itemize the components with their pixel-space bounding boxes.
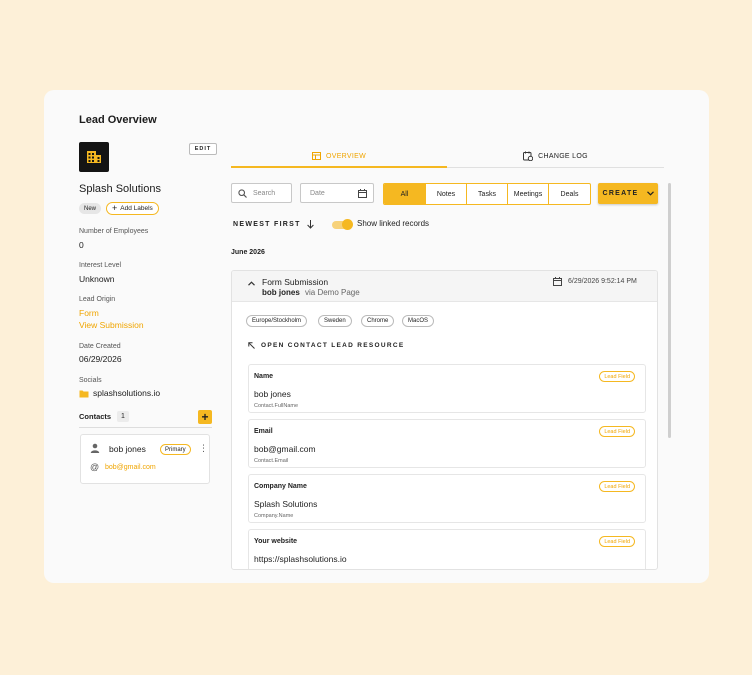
filter-segment: All Notes Tasks Meetings Deals xyxy=(383,183,591,205)
filter-notes[interactable]: Notes xyxy=(425,184,466,204)
field-name: Name xyxy=(254,373,274,380)
origin-label: Lead Origin xyxy=(79,296,116,303)
submission-field-name: Name Lead Field bob jones Contact.FullNa… xyxy=(248,364,646,413)
field-value: Splash Solutions xyxy=(254,499,318,509)
overview-icon xyxy=(311,152,321,160)
at-icon: @ xyxy=(90,462,100,472)
entry-timestamp: 6/29/2026 9:52:14 PM xyxy=(568,278,637,285)
socials-link[interactable]: splashsolutions.io xyxy=(79,388,160,398)
field-key: Company.Name xyxy=(254,513,294,519)
open-lead-resource-label: OPEN CONTACT LEAD RESOURCE xyxy=(261,342,405,349)
person-icon xyxy=(90,443,100,453)
sort-label: NEWEST FIRST xyxy=(233,221,301,228)
chip-browser: Chrome xyxy=(361,315,395,327)
socials-label: Socials xyxy=(79,377,102,384)
field-name: Company Name xyxy=(254,483,307,490)
edit-button[interactable]: EDIT xyxy=(189,143,217,155)
active-tab-indicator xyxy=(231,166,447,168)
chip-country: Sweden xyxy=(318,315,352,327)
filter-all[interactable]: All xyxy=(384,184,425,204)
month-heading: June 2026 xyxy=(231,249,265,256)
interest-value: Unknown xyxy=(79,274,115,284)
filter-deals[interactable]: Deals xyxy=(548,184,590,204)
arrow-down-icon xyxy=(306,220,314,229)
submission-field-company: Company Name Lead Field Splash Solutions… xyxy=(248,474,646,523)
entry-source: via Demo Page xyxy=(305,288,360,297)
toggle-label: Show linked records xyxy=(357,219,430,228)
date-created-value: 06/29/2026 xyxy=(79,354,122,364)
calendar-icon xyxy=(553,277,562,286)
scrollbar[interactable] xyxy=(668,183,671,438)
search-icon xyxy=(238,188,247,198)
contacts-count: 1 xyxy=(117,411,129,422)
date-placeholder: Date xyxy=(310,189,325,197)
calendar-icon xyxy=(358,188,367,198)
open-lead-resource-link[interactable]: OPEN CONTACT LEAD RESOURCE xyxy=(248,342,404,349)
submission-field-website: Your website Lead Field https://splashso… xyxy=(248,529,646,569)
lead-field-badge: Lead Field xyxy=(599,371,635,382)
tab-change-log-label: CHANGE LOG xyxy=(538,152,588,160)
field-value: https://splashsolutions.io xyxy=(254,554,347,564)
add-contact-button[interactable]: + xyxy=(198,410,212,424)
field-name: Your website xyxy=(254,538,298,545)
field-value: bob@gmail.com xyxy=(254,444,316,454)
employees-label: Number of Employees xyxy=(79,228,149,235)
employees-value: 0 xyxy=(79,240,84,250)
status-badge: New xyxy=(79,203,102,214)
timeline-entry: Form Submission bob jones via Demo Page … xyxy=(231,270,658,570)
date-input[interactable]: Date xyxy=(300,183,374,203)
tab-overview-label: OVERVIEW xyxy=(325,152,366,160)
entry-header[interactable]: Form Submission bob jones via Demo Page … xyxy=(232,271,657,302)
create-label: CREATE xyxy=(602,190,639,197)
contact-name: bob jones xyxy=(109,444,146,454)
contacts-title: Contacts xyxy=(79,412,112,421)
plus-icon: + xyxy=(112,203,118,213)
entry-title: Form Submission xyxy=(262,277,329,287)
tab-overview[interactable]: OVERVIEW xyxy=(231,145,447,167)
field-name: Email xyxy=(254,428,273,435)
field-key: Contact.FullName xyxy=(254,403,299,409)
page-title: Lead Overview xyxy=(79,114,157,126)
chevron-up-icon[interactable] xyxy=(248,281,255,286)
interest-label: Interest Level xyxy=(79,262,122,269)
field-key: Contact.Email xyxy=(254,458,289,464)
toggle-knob xyxy=(342,219,353,230)
search-placeholder: Search xyxy=(253,189,276,197)
tab-change-log[interactable]: CHANGE LOG xyxy=(447,145,664,167)
lead-field-badge: Lead Field xyxy=(599,426,635,437)
date-created-label: Date Created xyxy=(79,343,121,350)
lead-field-badge: Lead Field xyxy=(599,536,635,547)
contact-email[interactable]: bob@gmail.com xyxy=(105,464,156,471)
lead-overview-card: Lead Overview EDIT Splash Solutions New … xyxy=(44,90,709,583)
add-labels-button[interactable]: + Add Labels xyxy=(106,202,159,215)
arrow-up-left-icon xyxy=(248,342,255,349)
chevron-down-icon xyxy=(646,191,654,196)
linked-records-toggle[interactable] xyxy=(332,219,353,230)
chip-timezone: Europe/Stockholm xyxy=(246,315,308,327)
company-name: Splash Solutions xyxy=(79,183,161,195)
sort-button[interactable]: NEWEST FIRST xyxy=(233,220,314,229)
origin-value: Form xyxy=(79,308,99,318)
entry-author: bob jones xyxy=(262,288,300,297)
view-submission-link[interactable]: View Submission xyxy=(79,320,144,330)
socials-value: splashsolutions.io xyxy=(93,388,161,398)
divider xyxy=(79,427,212,428)
building-icon xyxy=(87,151,101,163)
create-button[interactable]: CREATE xyxy=(598,183,658,204)
more-vertical-icon[interactable]: ⋮ xyxy=(199,444,208,453)
add-labels-label: Add Labels xyxy=(120,205,153,212)
submission-field-email: Email Lead Field bob@gmail.com Contact.E… xyxy=(248,419,646,468)
company-logo xyxy=(79,142,109,172)
primary-badge: Primary xyxy=(160,444,191,455)
contact-card[interactable]: bob jones Primary ⋮ @ bob@gmail.com xyxy=(80,434,210,484)
change-log-icon xyxy=(523,151,534,161)
divider xyxy=(447,167,664,168)
search-input[interactable]: Search xyxy=(231,183,292,203)
filter-tasks[interactable]: Tasks xyxy=(466,184,507,204)
chip-os: MacOS xyxy=(402,315,435,327)
lead-field-badge: Lead Field xyxy=(599,481,635,492)
folder-icon xyxy=(79,390,89,397)
field-value: bob jones xyxy=(254,389,291,399)
filter-meetings[interactable]: Meetings xyxy=(507,184,548,204)
